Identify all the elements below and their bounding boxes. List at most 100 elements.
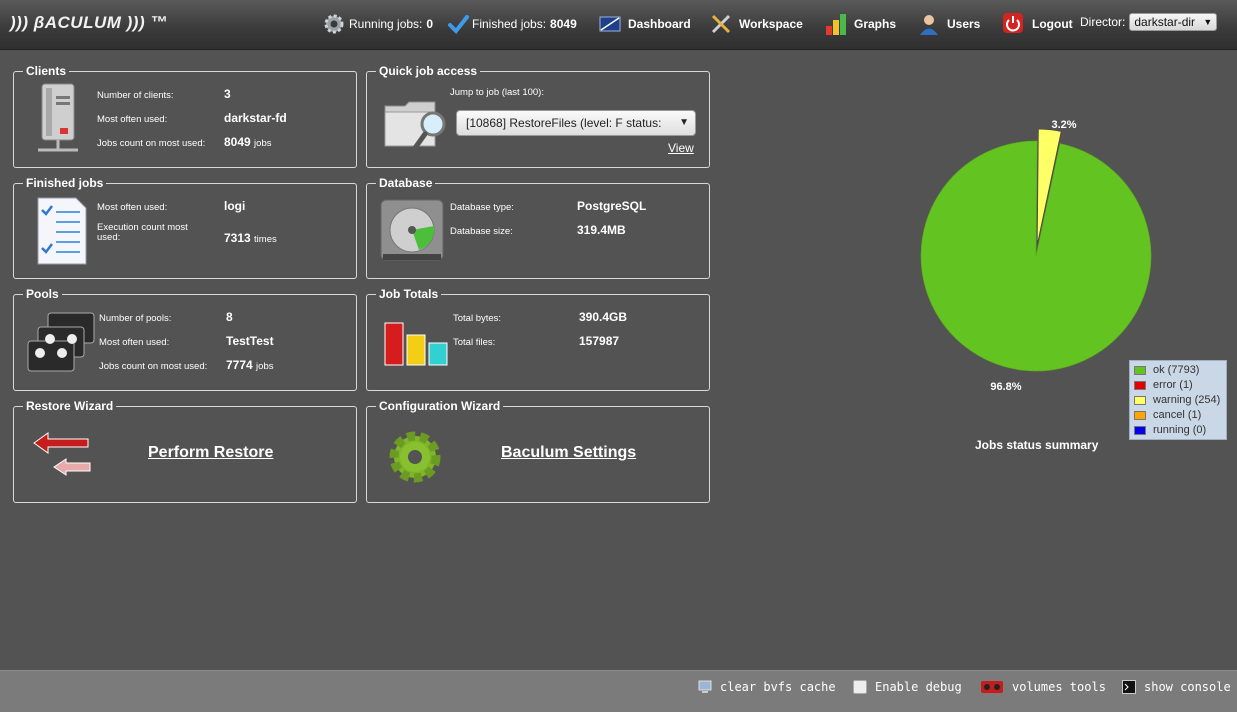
- pie-legend: ok (7793) error (1) warning (254) cancel (1…: [1129, 360, 1227, 440]
- chevron-down-icon: ▼: [1203, 17, 1213, 27]
- db-type-value: PostgreSQL: [577, 199, 647, 213]
- db-size-label: Database size:: [450, 226, 513, 237]
- pools-jobs-unit: jobs: [256, 361, 274, 372]
- director-selector: Director: darkstar-dir ▼: [1080, 13, 1218, 31]
- legend-swatch: [1134, 395, 1146, 405]
- finished-exec-label: Execution count most used:: [97, 222, 188, 243]
- total-files-value: 157987: [579, 334, 620, 348]
- pools-count-label: Number of pools:: [99, 313, 172, 324]
- nav-dashboard[interactable]: Dashboard: [598, 12, 691, 36]
- nav-workspace[interactable]: Workspace: [709, 12, 803, 36]
- jump-label: Jump to job (last 100):: [450, 87, 544, 98]
- config-wizard-panel: Configuration Wizard Baculum Settings: [366, 399, 710, 503]
- running-jobs-label: Running jobs:: [349, 17, 423, 31]
- tape-cassettes-icon: [27, 312, 95, 372]
- finished-jobs-label: Finished jobs:: [472, 17, 547, 31]
- gear-icon: [324, 14, 344, 34]
- running-jobs-value: 0: [426, 17, 434, 31]
- jump-to-job-select[interactable]: [10868] RestoreFiles (level: F status: ▼: [456, 110, 696, 136]
- pie-slice-ok: [920, 140, 1152, 372]
- pools-legend: Pools: [23, 287, 62, 301]
- pools-jobs-value-wrap: 7774 jobs: [226, 358, 273, 372]
- pie-legend-item: error (1): [1134, 379, 1193, 391]
- app-logo: ))) βACULUM ))) ™: [10, 13, 168, 32]
- jobs-status-pie-chart: 3.2% 96.8%: [920, 119, 1152, 393]
- clients-jobs-label: Jobs count on most used:: [97, 138, 206, 149]
- nav-users[interactable]: Users: [917, 12, 980, 36]
- job-totals-panel: Job Totals Total bytes: 390.4GB Total fi…: [366, 287, 710, 391]
- nav-graphs-label: Graphs: [854, 17, 897, 31]
- top-bar: ))) βACULUM ))) ™ Running jobs: 0 Finish…: [0, 0, 1237, 50]
- database-legend: Database: [376, 176, 436, 190]
- total-files-label: Total files:: [453, 337, 496, 348]
- config-wizard-legend: Configuration Wizard: [376, 399, 504, 413]
- hard-disk-icon: [380, 199, 444, 261]
- total-bytes-value: 390.4GB: [579, 310, 628, 324]
- legend-swatch: [1134, 365, 1146, 375]
- nav-logout[interactable]: Logout: [1002, 12, 1073, 36]
- pie-legend-item: running (0): [1134, 424, 1206, 436]
- clients-most-label: Most often used:: [97, 114, 168, 125]
- clients-jobs-value: 8049: [224, 135, 251, 149]
- pools-jobs-value: 7774: [226, 358, 253, 372]
- pie-legend-item: warning (254): [1134, 394, 1220, 406]
- director-label: Director:: [1080, 15, 1126, 29]
- show-console-button[interactable]: show console: [1122, 679, 1231, 695]
- volumes-tools-button[interactable]: volumes tools: [980, 679, 1106, 695]
- legend-label: running (0): [1153, 424, 1207, 436]
- perform-restore-link[interactable]: Perform Restore: [148, 444, 273, 462]
- pools-jobs-label: Jobs count on most used:: [99, 361, 208, 372]
- quick-job-panel: Quick job access Jump to job (last 100):…: [366, 64, 710, 168]
- nav-graphs[interactable]: Graphs: [824, 12, 896, 36]
- finished-exec-value: 7313: [224, 231, 251, 245]
- clear-bvfs-cache-button[interactable]: clear bvfs cache: [698, 679, 836, 695]
- job-totals-legend: Job Totals: [376, 287, 442, 301]
- clients-legend: Clients: [23, 64, 70, 78]
- finished-most-label: Most often used:: [97, 202, 168, 213]
- nav-logout-label: Logout: [1032, 17, 1073, 31]
- tools-icon: [711, 14, 731, 34]
- restore-wizard-panel: Restore Wizard Perform Restore: [13, 399, 357, 503]
- clients-jobs-unit: jobs: [254, 138, 272, 149]
- folder-search-icon: [384, 101, 446, 151]
- legend-swatch: [1134, 380, 1146, 390]
- legend-swatch: [1134, 425, 1146, 435]
- baculum-settings-link[interactable]: Baculum Settings: [501, 444, 636, 462]
- legend-label: cancel (1): [1153, 409, 1202, 421]
- pools-most-label: Most often used:: [99, 337, 170, 348]
- restore-arrows-icon: [33, 432, 91, 476]
- finished-jobs-value: 8049: [550, 17, 577, 31]
- legend-label: error (1): [1153, 379, 1193, 391]
- clients-jobs-value-wrap: 8049 jobs: [224, 135, 271, 149]
- clients-count-label: Number of clients:: [97, 90, 174, 101]
- clients-panel: Clients Number of clients: 3 Most often …: [13, 64, 357, 168]
- pools-panel: Pools Number of pools: 8 Most often used…: [13, 287, 357, 391]
- total-bytes-label: Total bytes:: [453, 313, 502, 324]
- finished-most-value: logi: [224, 199, 246, 213]
- bottom-bar: clear bvfs cache Enable debug volumes to…: [0, 670, 1237, 712]
- restore-wizard-legend: Restore Wizard: [23, 399, 117, 413]
- legend-label: ok (7793): [1153, 364, 1200, 376]
- nav-users-label: Users: [947, 17, 981, 31]
- server-icon: [38, 83, 78, 152]
- enable-debug-toggle[interactable]: Enable debug: [853, 679, 962, 695]
- nav-workspace-label: Workspace: [739, 17, 803, 31]
- legend-swatch: [1134, 410, 1146, 420]
- pie-label-warning: 3.2%: [1051, 119, 1076, 131]
- tape-icon: [981, 681, 1003, 693]
- console-icon: [1122, 680, 1136, 694]
- db-size-value: 319.4MB: [577, 223, 626, 237]
- finished-jobs-status: Finished jobs: 8049: [447, 12, 577, 36]
- pools-count-value: 8: [226, 310, 233, 324]
- finished-jobs-panel: Finished jobs Most often used: logi Exec…: [13, 176, 357, 279]
- pie-label-ok: 96.8%: [990, 381, 1021, 393]
- database-panel: Database Database type: PostgreSQL Datab…: [366, 176, 710, 279]
- quick-job-legend: Quick job access: [376, 64, 481, 78]
- legend-label: warning (254): [1153, 394, 1221, 406]
- bar-chart-icon: [384, 322, 448, 366]
- view-job-link[interactable]: View: [668, 141, 694, 155]
- pools-most-value: TestTest: [226, 334, 274, 348]
- pie-title: Jobs status summary: [975, 438, 1099, 452]
- director-select[interactable]: darkstar-dir ▼: [1129, 13, 1218, 31]
- clients-count-value: 3: [224, 87, 231, 101]
